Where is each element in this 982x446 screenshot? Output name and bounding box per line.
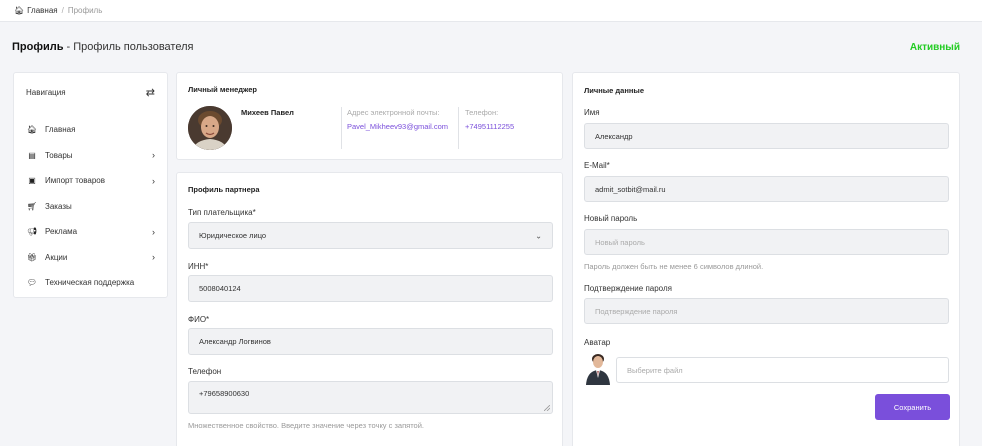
- confirm-password-input[interactable]: Подтверждение пароля: [584, 298, 949, 324]
- partner-card-title: Профиль партнера: [188, 185, 260, 194]
- home-icon[interactable]: 🏠︎: [14, 6, 24, 15]
- sidebar-item-label: Акции: [45, 252, 68, 262]
- navigation-list: 🏠︎ Главная ▤ Товары › ▣ Импорт товаров ›…: [14, 117, 167, 296]
- sidebar-item-home[interactable]: 🏠︎ Главная: [14, 117, 167, 143]
- sidebar-item-label: Заказы: [45, 201, 72, 211]
- manager-name: Михеев Павел: [241, 108, 294, 117]
- manager-email-block: Адрес электронной почты: Pavel_Mikheev93…: [347, 108, 460, 131]
- partner-profile-card: Профиль партнера Тип плательщика* Юридич…: [176, 172, 563, 446]
- avatar-label: Аватар: [584, 338, 611, 347]
- navigation-panel: Навигация ⇄ 🏠︎ Главная ▤ Товары › ▣ Импо…: [13, 72, 168, 298]
- sidebar-item-label: Техническая поддержка: [45, 278, 135, 288]
- sidebar-item-label: Импорт товаров: [45, 176, 105, 186]
- chevron-right-icon: ›: [152, 175, 155, 186]
- personal-card-title: Личные данные: [584, 86, 644, 95]
- avatar-file-input[interactable]: Выберите файл: [616, 357, 949, 383]
- box-icon: ▤: [28, 150, 36, 160]
- manager-avatar: [188, 106, 232, 150]
- divider: [458, 107, 459, 149]
- import-icon: ▣: [28, 176, 36, 186]
- manager-phone-link[interactable]: +74951112255: [465, 122, 555, 131]
- confirm-password-label: Подтверждение пароля: [584, 284, 672, 293]
- partner-phone-value: +79658900630: [199, 389, 250, 398]
- page-title-bold: Профиль: [12, 41, 64, 53]
- save-button[interactable]: Сохранить: [875, 394, 950, 420]
- page-header: Профиль - Профиль пользователя Активный: [0, 22, 982, 72]
- navigation-header: Навигация ⇄: [14, 73, 167, 111]
- inn-input[interactable]: 5008040124: [188, 275, 553, 302]
- sidebar-item-products[interactable]: ▤ Товары ›: [14, 143, 167, 169]
- navigation-title: Навигация: [26, 87, 66, 97]
- name-label: Имя: [584, 108, 600, 117]
- manager-card-title: Личный менеджер: [188, 85, 258, 94]
- support-icon: 💬︎: [26, 278, 38, 288]
- manager-photo: [188, 106, 232, 150]
- payer-type-value: Юридическое лицо: [199, 231, 267, 240]
- sidebar-item-orders[interactable]: 🛒︎ Заказы: [14, 194, 167, 220]
- cart-icon: 🛒︎: [26, 201, 38, 211]
- password-hint: Пароль должен быть не менее 6 символов д…: [584, 262, 764, 271]
- sidebar-item-promotions[interactable]: 🎁︎ Акции ›: [14, 245, 167, 271]
- sidebar-item-label: Товары: [45, 150, 73, 160]
- manager-phone-block: Телефон: +74951112255: [465, 108, 555, 131]
- user-avatar: [586, 354, 610, 385]
- fio-input[interactable]: Александр Логвинов: [188, 328, 553, 355]
- new-password-input[interactable]: Новый пароль: [584, 229, 949, 255]
- sidebar-item-ads[interactable]: 📢︎ Реклама ›: [14, 219, 167, 245]
- sidebar-item-support[interactable]: 💬︎ Техническая поддержка: [14, 270, 167, 296]
- email-label: E-Mail*: [584, 161, 610, 170]
- page-title: Профиль - Профиль пользователя: [12, 41, 193, 53]
- chevron-right-icon: ›: [152, 252, 155, 263]
- divider: [341, 107, 342, 149]
- manager-email-link[interactable]: Pavel_Mikheev93@gmail.com: [347, 122, 460, 131]
- megaphone-icon: 📢︎: [26, 227, 38, 237]
- chevron-right-icon: ›: [152, 150, 155, 161]
- manager-phone-label: Телефон:: [465, 108, 499, 117]
- sidebar-item-label: Реклама: [45, 227, 78, 237]
- swap-icon[interactable]: ⇄: [146, 86, 155, 99]
- sidebar-item-import[interactable]: ▣ Импорт товаров ›: [14, 168, 167, 194]
- partner-phone-hint: Множественное свойство. Введите значение…: [188, 421, 425, 430]
- page-title-rest: - Профиль пользователя: [63, 41, 194, 53]
- chevron-right-icon: ›: [152, 226, 155, 237]
- breadcrumb-home[interactable]: Главная: [27, 6, 57, 15]
- personal-data-card: Личные данные Имя Александр E-Mail* admi…: [572, 72, 960, 446]
- new-password-label: Новый пароль: [584, 214, 638, 223]
- personal-manager-card: Личный менеджер Михеев Павел Адрес элект…: [176, 72, 563, 160]
- sidebar-item-label: Главная: [45, 125, 76, 135]
- partner-phone-textarea[interactable]: +79658900630: [188, 381, 553, 414]
- manager-email-label: Адрес электронной почты:: [347, 108, 440, 117]
- resize-handle-icon[interactable]: [544, 405, 550, 411]
- fio-label: ФИО*: [188, 315, 210, 324]
- payer-type-select[interactable]: Юридическое лицо ⌄: [188, 222, 553, 249]
- chevron-down-icon: ⌄: [535, 231, 542, 240]
- inn-label: ИНН*: [188, 262, 209, 271]
- partner-phone-label: Телефон: [188, 367, 222, 376]
- gift-icon: 🎁︎: [26, 252, 38, 262]
- breadcrumb: 🏠︎ Главная / Профиль: [0, 0, 982, 22]
- breadcrumb-current: Профиль: [67, 6, 103, 15]
- name-input[interactable]: Александр: [584, 123, 949, 149]
- home-icon: 🏠︎: [26, 125, 38, 135]
- payer-type-label: Тип плательщика*: [188, 208, 256, 217]
- status-badge: Активный: [909, 41, 960, 53]
- breadcrumb-separator: /: [61, 6, 64, 15]
- email-input[interactable]: admit_sotbit@mail.ru: [584, 176, 949, 202]
